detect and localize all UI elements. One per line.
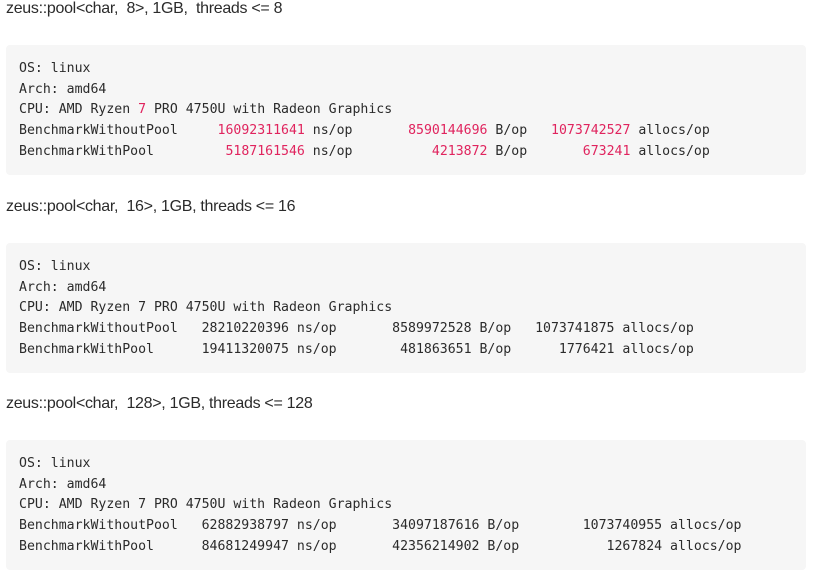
code-number: 5187161546 bbox=[225, 143, 305, 159]
code-text: Arch: amd64 bbox=[19, 476, 107, 492]
section-heading: zeus::pool<char, 128>, 1GB, threads <= 1… bbox=[6, 395, 313, 412]
code-text: allocs/op bbox=[630, 123, 710, 139]
code-line: BenchmarkWithPool 19411320075 ns/op 4818… bbox=[19, 340, 806, 361]
section-heading: zeus::pool<char, 16>, 1GB, threads <= 16 bbox=[6, 198, 296, 215]
code-text: Arch: amd64 bbox=[19, 279, 107, 295]
code-line: OS: linux bbox=[19, 257, 806, 278]
code-line: CPU: AMD Ryzen 7 PRO 4750U with Radeon G… bbox=[19, 100, 806, 121]
code-text: BenchmarkWithPool bbox=[19, 143, 226, 159]
code-number: 16092311641 bbox=[217, 123, 305, 139]
code-line: BenchmarkWithoutPool 28210220396 ns/op 8… bbox=[19, 319, 806, 340]
code-number: 4213872 bbox=[431, 143, 488, 159]
code-line: CPU: AMD Ryzen 7 PRO 4750U with Radeon G… bbox=[19, 495, 806, 516]
code-text: OS: linux bbox=[19, 456, 91, 471]
code-line: BenchmarkWithPool 84681249947 ns/op 4235… bbox=[19, 537, 806, 558]
section-heading: zeus::pool<char, 8>, 1GB, threads <= 8 bbox=[6, 0, 283, 17]
code-text: B/op bbox=[487, 143, 583, 159]
code-text: Arch: amd64 bbox=[19, 81, 107, 97]
code-text: CPU: AMD Ryzen bbox=[19, 102, 139, 118]
code-line: BenchmarkWithPool 5187161546 ns/op 42138… bbox=[19, 142, 806, 163]
code-line: BenchmarkWithoutPool 62882938797 ns/op 3… bbox=[19, 516, 806, 537]
code-number: 8590144696 bbox=[408, 123, 488, 139]
benchmark-code-block: OS: linux Arch: amd64 CPU: AMD Ryzen 7 P… bbox=[6, 243, 806, 373]
code-text: allocs/op bbox=[630, 143, 710, 159]
code-text: CPU: AMD Ryzen 7 PRO 4750U with Radeon G… bbox=[19, 497, 393, 513]
code-line: OS: linux bbox=[19, 454, 806, 475]
code-line: BenchmarkWithoutPool 16092311641 ns/op 8… bbox=[19, 121, 806, 142]
code-number: 7 bbox=[138, 102, 147, 118]
code-text: PRO 4750U with Radeon Graphics bbox=[146, 102, 393, 118]
code-number: 673241 bbox=[582, 143, 631, 159]
code-line: OS: linux bbox=[19, 59, 806, 80]
code-text: B/op bbox=[487, 123, 551, 139]
code-line: Arch: amd64 bbox=[19, 475, 806, 496]
code-line: CPU: AMD Ryzen 7 PRO 4750U with Radeon G… bbox=[19, 298, 806, 319]
code-text: ns/op bbox=[304, 143, 432, 159]
code-text: OS: linux bbox=[19, 259, 91, 274]
code-text: BenchmarkWithPool 19411320075 ns/op 4818… bbox=[19, 341, 694, 357]
code-text: BenchmarkWithoutPool 28210220396 ns/op 8… bbox=[19, 321, 694, 337]
benchmark-code-block: OS: linux Arch: amd64 CPU: AMD Ryzen 7 P… bbox=[6, 440, 806, 570]
code-text: BenchmarkWithoutPool 62882938797 ns/op 3… bbox=[19, 518, 742, 534]
code-text: ns/op bbox=[304, 123, 409, 139]
code-number: 1073742527 bbox=[551, 123, 631, 139]
code-text: CPU: AMD Ryzen 7 PRO 4750U with Radeon G… bbox=[19, 300, 393, 316]
code-line: Arch: amd64 bbox=[19, 80, 806, 101]
benchmark-code-block: OS: linux Arch: amd64 CPU: AMD Ryzen 7 P… bbox=[6, 45, 806, 175]
code-text: OS: linux bbox=[19, 61, 91, 76]
code-text: BenchmarkWithPool 84681249947 ns/op 4235… bbox=[19, 538, 742, 554]
code-text: BenchmarkWithoutPool bbox=[19, 123, 218, 139]
code-line: Arch: amd64 bbox=[19, 278, 806, 299]
